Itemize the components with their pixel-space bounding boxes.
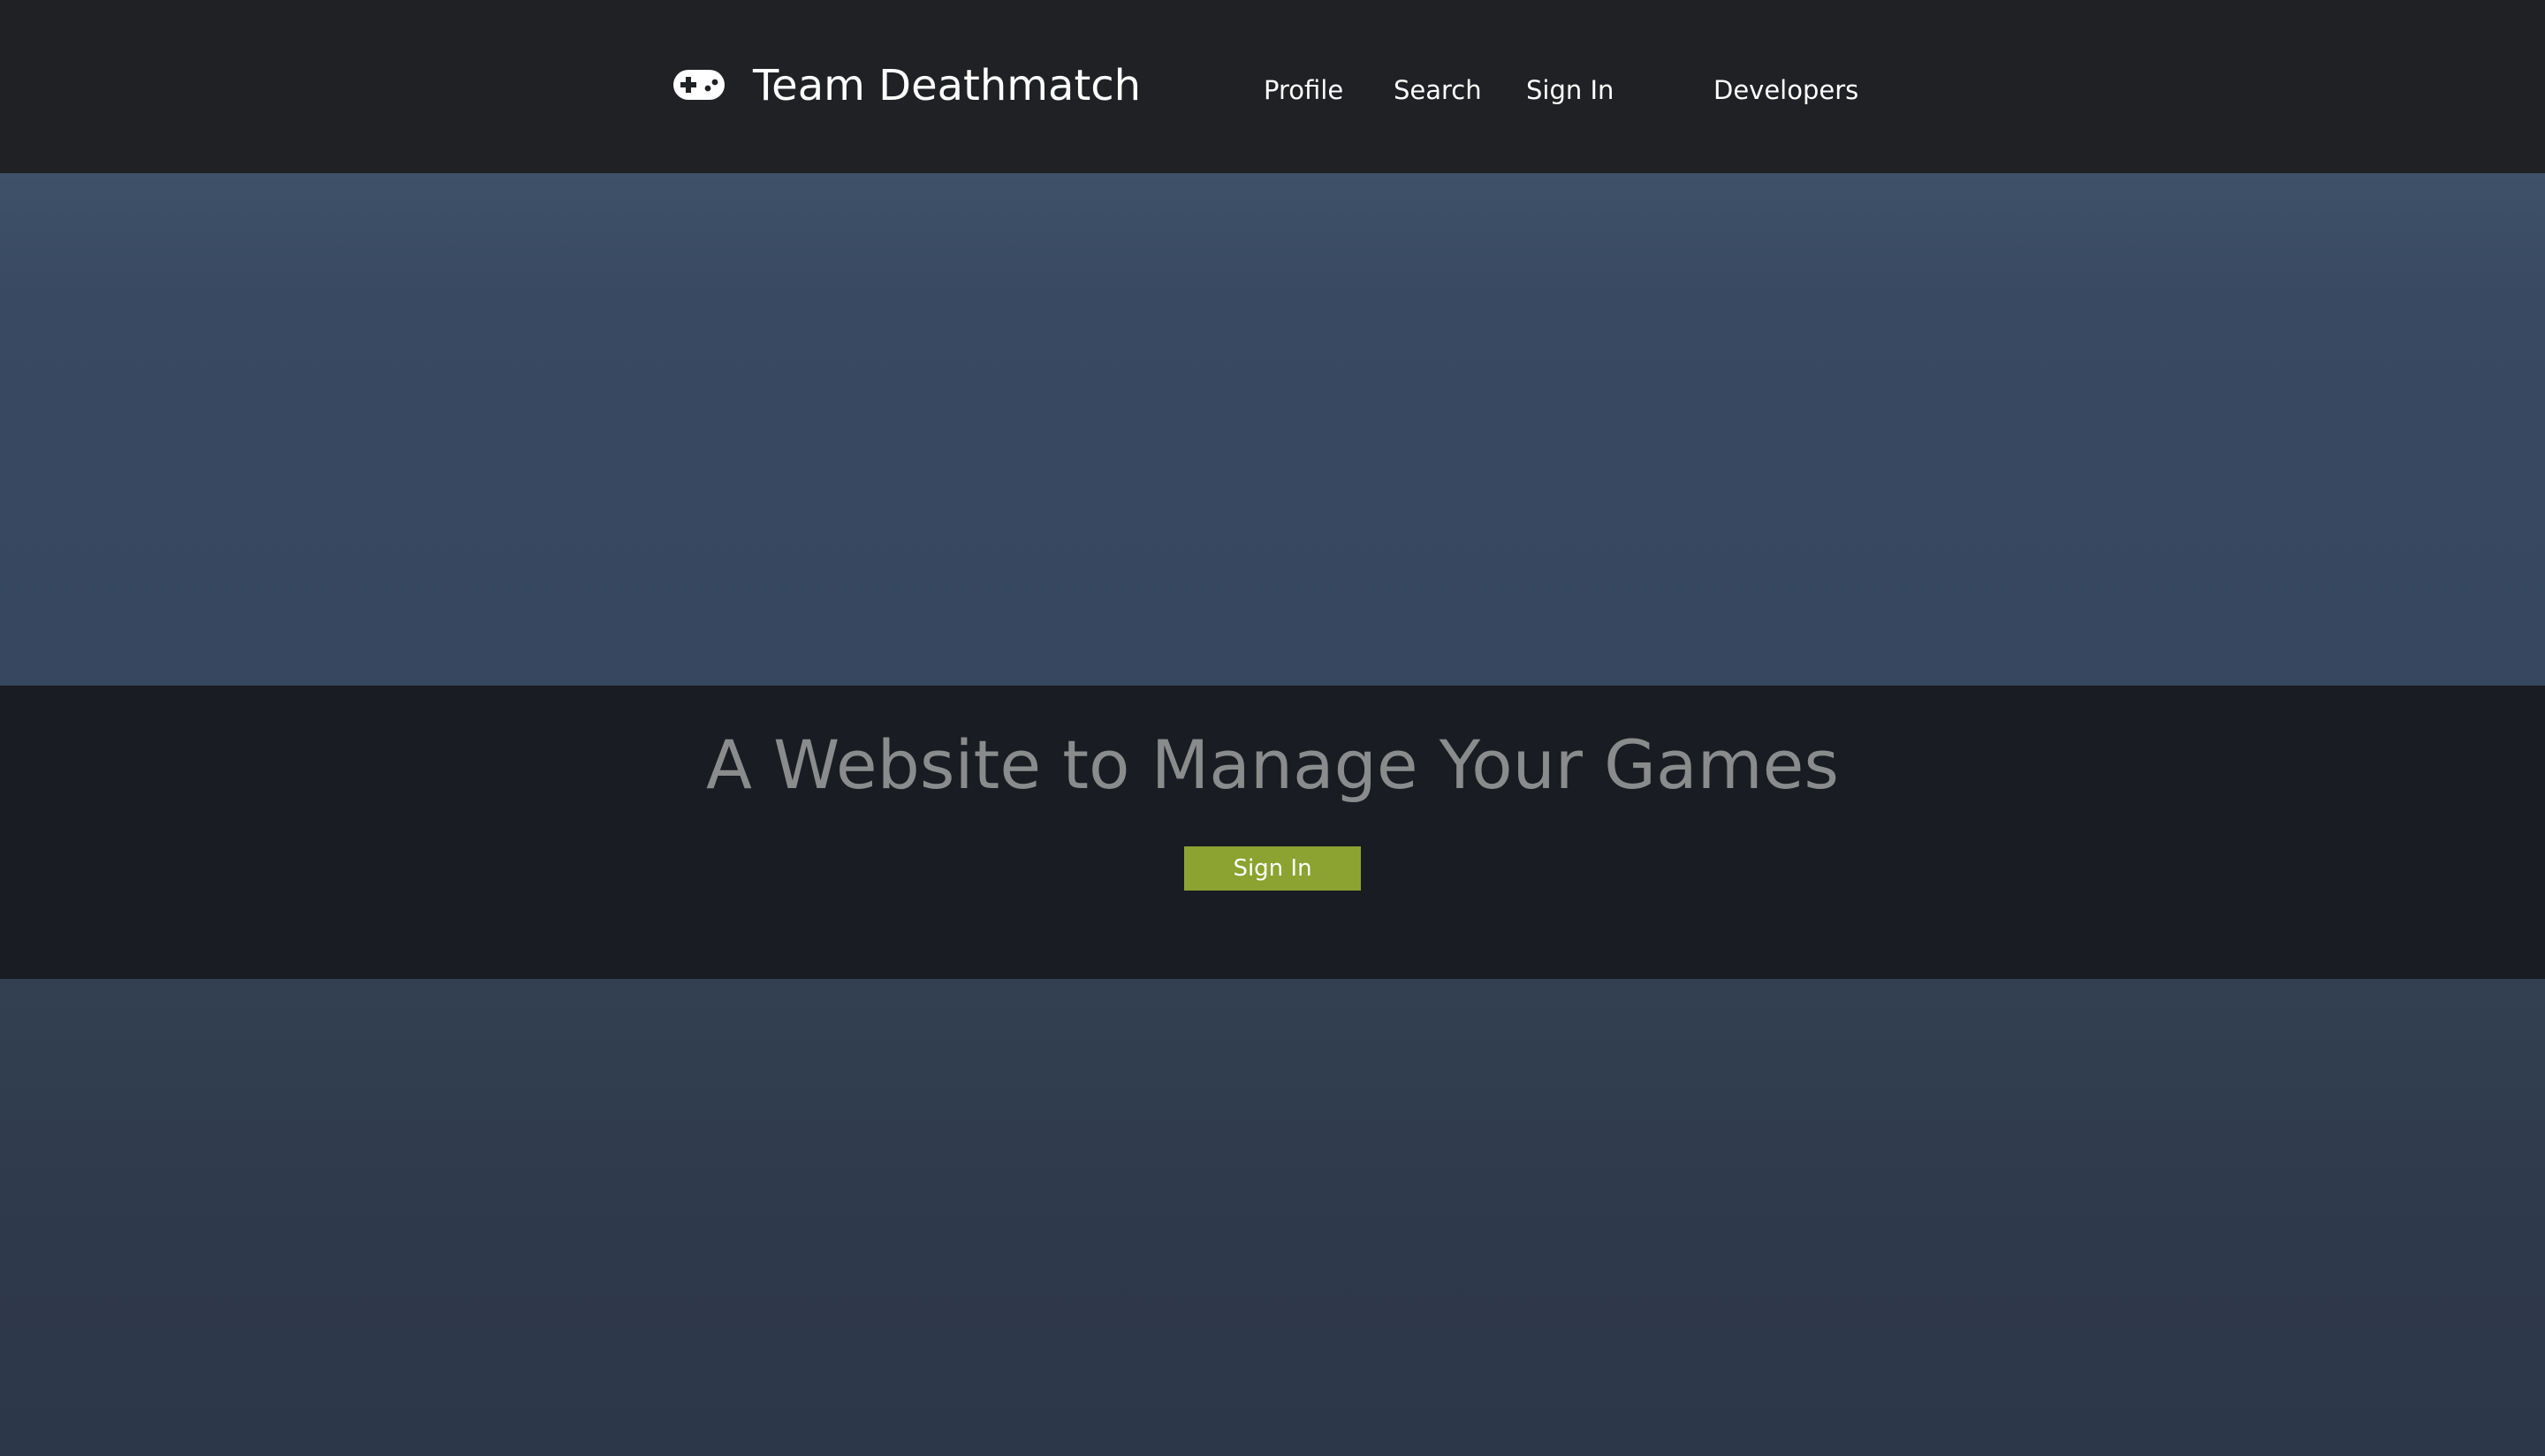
nav-link-developers[interactable]: Developers <box>1713 69 1858 111</box>
nav-link-search[interactable]: Search <box>1394 69 1482 111</box>
nav-link-sign-in[interactable]: Sign In <box>1526 69 1614 111</box>
hero-banner: A Website to Manage Your Games Sign In <box>0 686 2545 979</box>
hero-tagline: A Website to Manage Your Games <box>705 725 1840 804</box>
gamepad-icon <box>673 70 725 100</box>
hero-background <box>0 173 2545 686</box>
brand-name: Team Deathmatch <box>753 61 1142 110</box>
top-navigation-bar: Team Deathmatch Profile Search Sign In D… <box>0 0 2545 173</box>
nav-link-profile[interactable]: Profile <box>1264 69 1343 111</box>
sign-in-button[interactable]: Sign In <box>1184 846 1361 891</box>
page-background <box>0 979 2545 1456</box>
brand-link[interactable]: Team Deathmatch <box>672 57 1141 115</box>
